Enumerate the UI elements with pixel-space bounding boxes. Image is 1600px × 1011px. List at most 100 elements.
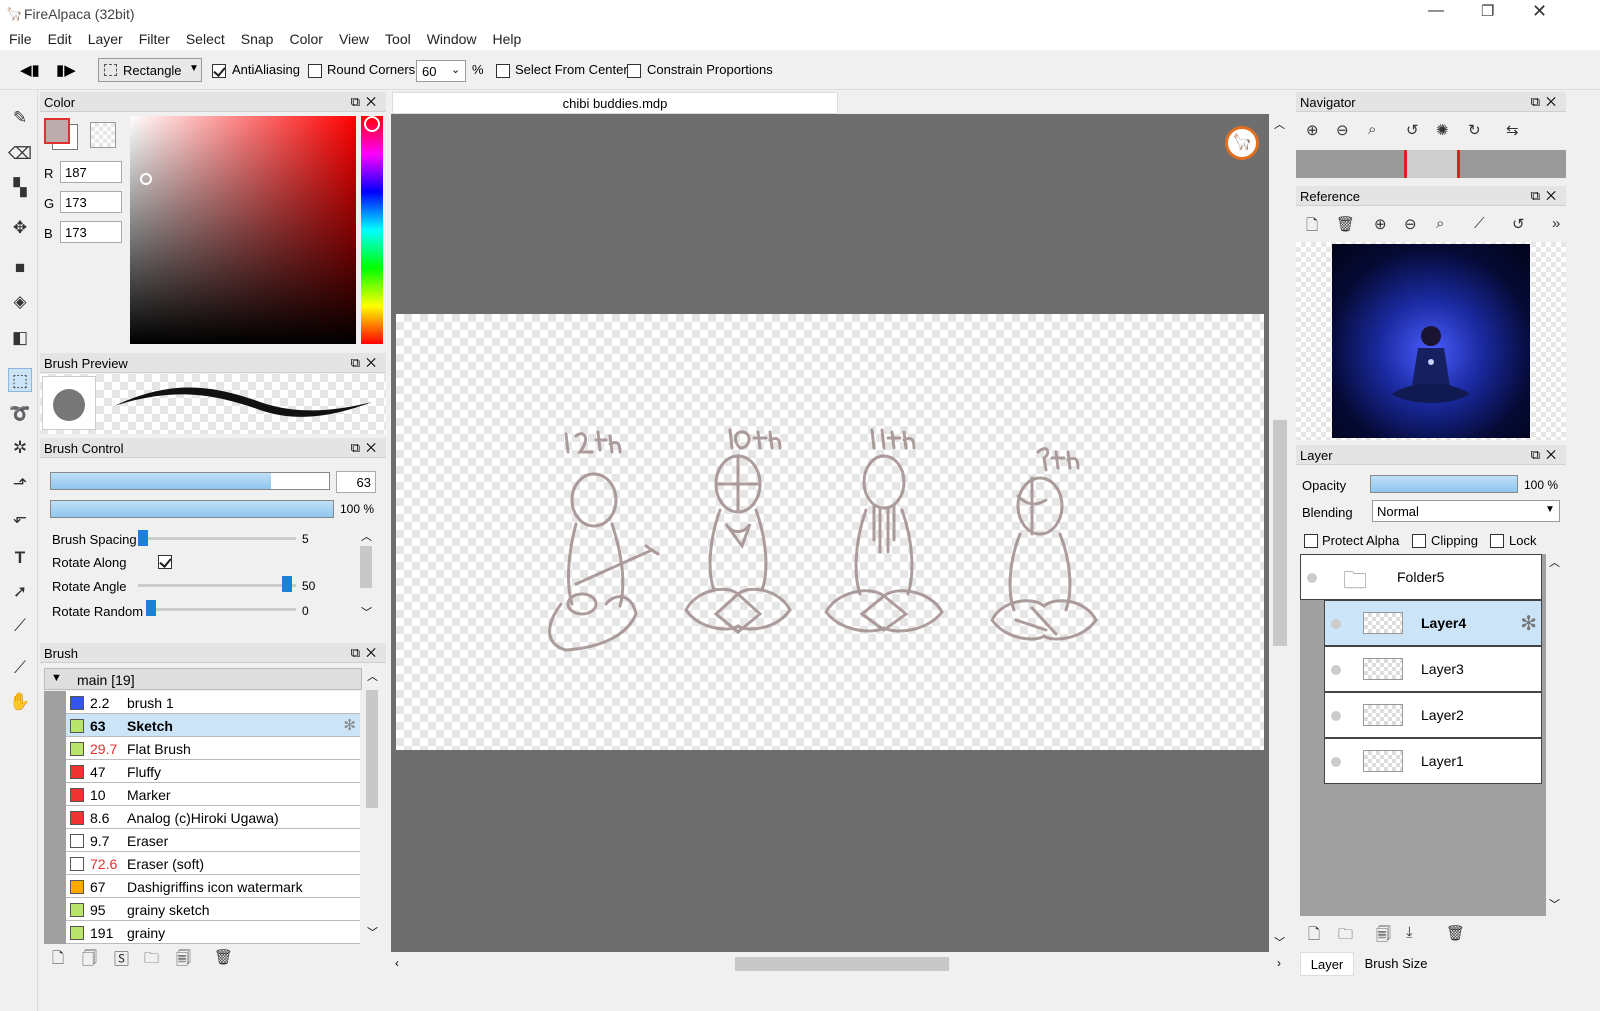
- minimize-icon[interactable]: —: [1428, 2, 1444, 20]
- visibility-icon[interactable]: [1307, 573, 1317, 583]
- scroll-up-icon[interactable]: ︿: [367, 668, 378, 684]
- brush-spacing-handle[interactable]: [138, 530, 148, 546]
- scroll-up-icon[interactable]: ︿: [1549, 554, 1560, 570]
- round-corners-checkbox[interactable]: [308, 63, 322, 78]
- visibility-icon[interactable]: [1331, 711, 1341, 721]
- redo-icon[interactable]: ▮▶: [56, 61, 76, 79]
- move-tool-icon[interactable]: ✥: [8, 216, 32, 240]
- gear-icon[interactable]: ✻: [1520, 611, 1537, 636]
- brush-row[interactable]: 191 grainy: [66, 921, 360, 944]
- scroll-down-icon[interactable]: ﹀: [367, 924, 378, 940]
- g-field[interactable]: 173: [60, 191, 122, 213]
- menu-layer[interactable]: Layer: [79, 28, 130, 47]
- rotate-right-icon[interactable]: ↻: [1468, 121, 1481, 139]
- brush-opacity-bar[interactable]: [50, 500, 334, 518]
- eraser-tool-icon[interactable]: ⌫: [8, 142, 32, 166]
- gradient-tool-icon[interactable]: ◧: [8, 326, 32, 350]
- lock-checkbox[interactable]: [1490, 533, 1504, 548]
- fill-rect-tool-icon[interactable]: ■: [8, 256, 32, 280]
- rotate-left-icon[interactable]: ↺: [1406, 121, 1419, 139]
- more-icon[interactable]: »: [1552, 215, 1560, 232]
- close-icon[interactable]: ✕: [1532, 1, 1547, 22]
- folder-row[interactable]: 🗀 Folder5: [1300, 554, 1542, 600]
- brush-row[interactable]: 2.2 brush 1: [66, 691, 360, 714]
- brush-row[interactable]: 8.6 Analog (c)Hiroki Ugawa): [66, 806, 360, 829]
- rotate-angle-slider[interactable]: [138, 584, 296, 587]
- menu-help[interactable]: Help: [484, 28, 529, 47]
- panel-controls-icon[interactable]: ⧉✕: [1531, 188, 1562, 204]
- menu-edit[interactable]: Edit: [39, 28, 79, 47]
- tab-brush-size[interactable]: Brush Size: [1356, 952, 1436, 976]
- undo-icon[interactable]: ◀▮: [20, 61, 40, 79]
- flip-icon[interactable]: ⇆: [1506, 121, 1519, 139]
- menu-file[interactable]: File: [0, 28, 39, 47]
- brush-row[interactable]: 10 Marker: [66, 783, 360, 806]
- canvas-horizontal-scrollbar[interactable]: ‹ ›: [391, 953, 1291, 975]
- brush-list-scrollbar[interactable]: ︿ ﹀: [364, 668, 380, 940]
- panel-controls-icon[interactable]: ⧉✕: [351, 94, 382, 110]
- duplicate-layer-icon[interactable]: 🗐: [1376, 924, 1391, 949]
- layer-row[interactable]: Layer3: [1324, 646, 1542, 692]
- zoom-out-icon[interactable]: ⊖: [1336, 121, 1349, 139]
- brush-row[interactable]: 67 Dashigriffins icon watermark: [66, 875, 360, 898]
- rotate-angle-handle[interactable]: [282, 576, 292, 592]
- b-field[interactable]: 173: [60, 221, 122, 243]
- new-layer-icon[interactable]: 🗋: [1308, 924, 1320, 949]
- divide-tool-icon[interactable]: ⟋: [8, 614, 32, 638]
- scroll-down-icon[interactable]: ﹀: [1274, 934, 1285, 950]
- brush-row[interactable]: 47 Fluffy: [66, 760, 360, 783]
- copy-brush-icon[interactable]: 🗐: [176, 948, 191, 973]
- saturation-value-picker[interactable]: [130, 116, 356, 344]
- tab-layer[interactable]: Layer: [1300, 952, 1354, 976]
- menu-tool[interactable]: Tool: [376, 28, 418, 47]
- layer-row[interactable]: Layer1: [1324, 738, 1542, 784]
- zoom-in-icon[interactable]: ⊕: [1374, 215, 1387, 233]
- scroll-thumb[interactable]: [360, 546, 372, 588]
- hue-handle[interactable]: [364, 116, 380, 132]
- trash-icon[interactable]: 🗑: [1336, 215, 1355, 233]
- scroll-right-icon[interactable]: ›: [1277, 956, 1281, 970]
- menu-view[interactable]: View: [330, 28, 376, 47]
- menu-window[interactable]: Window: [418, 28, 484, 47]
- folder-icon[interactable]: 🗀: [144, 948, 159, 973]
- layer-list-scrollbar[interactable]: ︿ ﹀: [1546, 554, 1562, 916]
- gear-icon[interactable]: ✻: [343, 716, 356, 734]
- menu-select[interactable]: Select: [177, 28, 232, 47]
- scroll-thumb[interactable]: [1273, 420, 1287, 646]
- brush-row[interactable]: 29.7 Flat Brush: [66, 737, 360, 760]
- text-tool-icon[interactable]: T: [8, 546, 32, 570]
- duplicate-brush-icon[interactable]: 🗍: [82, 948, 97, 973]
- brush-row[interactable]: 95 grainy sketch: [66, 898, 360, 921]
- select-pen-tool-icon[interactable]: ⬏: [8, 472, 32, 496]
- select-eraser-tool-icon[interactable]: ⬐: [8, 506, 32, 530]
- brush-row[interactable]: 63 Sketch ✻: [66, 714, 360, 737]
- scroll-up-icon[interactable]: ︿: [361, 528, 372, 544]
- brush-size-field[interactable]: 63: [336, 471, 376, 493]
- scroll-up-icon[interactable]: ︿: [1274, 116, 1285, 132]
- select-from-center-checkbox[interactable]: [496, 63, 510, 78]
- rotate-along-checkbox[interactable]: [158, 554, 172, 569]
- hue-slider[interactable]: [361, 116, 383, 344]
- scroll-down-icon[interactable]: ﹀: [1549, 896, 1560, 912]
- maximize-icon[interactable]: ❐: [1481, 2, 1494, 20]
- panel-controls-icon[interactable]: ⧉✕: [1531, 94, 1562, 110]
- navigator-viewport[interactable]: [1404, 150, 1460, 178]
- rotate-random-slider[interactable]: [146, 608, 296, 611]
- panel-controls-icon[interactable]: ⧉✕: [351, 645, 382, 661]
- menu-snap[interactable]: Snap: [232, 28, 281, 47]
- constrain-checkbox[interactable]: [627, 63, 641, 78]
- new-brush-icon[interactable]: 🗋: [52, 948, 64, 973]
- zoom-in-icon[interactable]: ⊕: [1306, 121, 1319, 139]
- layer-opacity-bar[interactable]: [1370, 475, 1518, 493]
- bucket-tool-icon[interactable]: ◈: [8, 290, 32, 314]
- color-picker-cursor[interactable]: [140, 173, 152, 185]
- r-field[interactable]: 187: [60, 161, 122, 183]
- scroll-thumb[interactable]: [735, 957, 949, 971]
- visibility-icon[interactable]: [1331, 665, 1341, 675]
- scroll-down-icon[interactable]: ﹀: [361, 604, 372, 620]
- transparent-swatch[interactable]: [90, 122, 116, 148]
- layer-row[interactable]: Layer2: [1324, 692, 1542, 738]
- zoom-fit-icon[interactable]: ⌕: [1368, 121, 1376, 138]
- visibility-icon[interactable]: [1331, 757, 1341, 767]
- new-reference-icon[interactable]: 🗋: [1306, 215, 1318, 240]
